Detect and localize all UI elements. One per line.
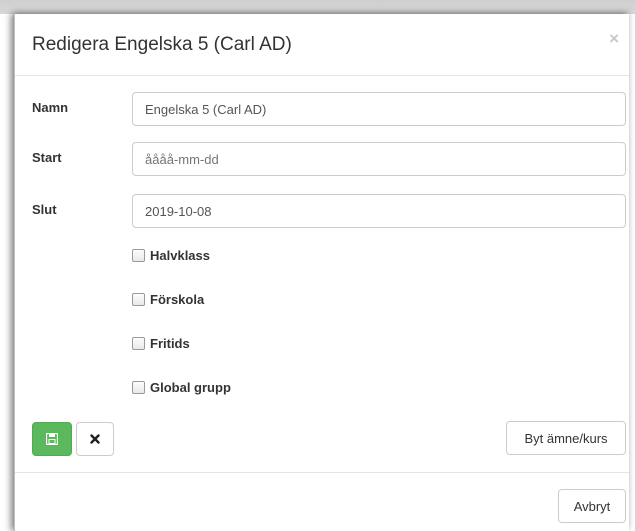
edit-group-modal: Redigera Engelska 5 (Carl AD) × Namn Sta… (14, 14, 629, 531)
modal-header: Redigera Engelska 5 (Carl AD) × (15, 14, 629, 76)
global-group-label: Global grupp (150, 380, 231, 395)
start-label: Start (32, 150, 62, 165)
checkbox-preschool[interactable]: Förskola (132, 292, 204, 307)
checkbox-half-class[interactable]: Halvklass (132, 248, 210, 263)
modal-footer: Avbryt (15, 472, 629, 531)
close-icon: × (609, 29, 619, 48)
close-button[interactable]: × (609, 30, 619, 47)
start-date-input[interactable] (132, 142, 626, 176)
delete-button[interactable] (76, 422, 114, 456)
name-label: Namn (32, 100, 69, 115)
save-button[interactable] (32, 422, 72, 456)
checkbox-after-school[interactable]: Fritids (132, 336, 190, 351)
half-class-checkbox[interactable] (132, 249, 145, 262)
end-date-input[interactable] (132, 194, 626, 228)
name-input[interactable] (132, 92, 626, 126)
change-subject-button[interactable]: Byt ämne/kurs (506, 421, 626, 455)
modal-title: Redigera Engelska 5 (Carl AD) (32, 34, 292, 55)
times-icon (90, 434, 100, 444)
floppy-disk-icon (46, 433, 58, 445)
after-school-checkbox[interactable] (132, 337, 145, 350)
cancel-button[interactable]: Avbryt (558, 489, 626, 523)
checkbox-global-group[interactable]: Global grupp (132, 380, 231, 395)
global-group-checkbox[interactable] (132, 381, 145, 394)
preschool-checkbox[interactable] (132, 293, 145, 306)
half-class-label: Halvklass (150, 248, 210, 263)
end-label: Slut (32, 202, 57, 217)
preschool-label: Förskola (150, 292, 205, 307)
after-school-label: Fritids (150, 336, 190, 351)
